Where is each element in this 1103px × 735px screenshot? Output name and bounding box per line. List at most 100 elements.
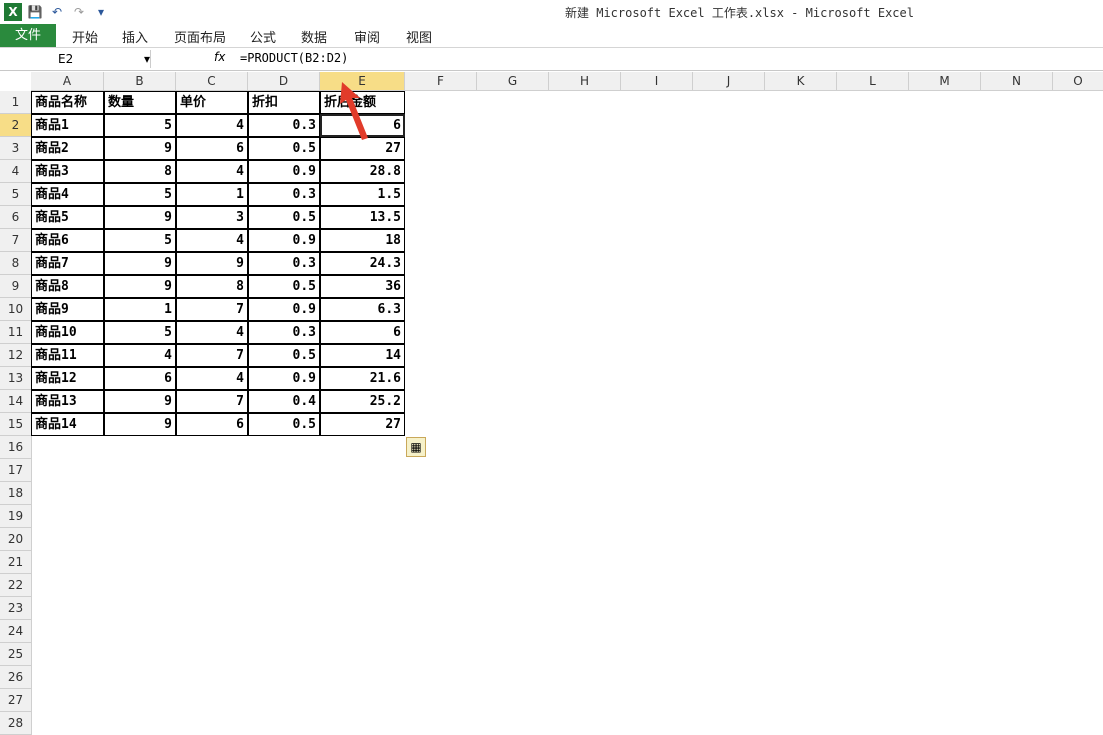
table-cell[interactable]: 商品1 <box>31 114 104 137</box>
table-cell[interactable]: 6 <box>104 367 176 390</box>
table-cell[interactable]: 商品4 <box>31 183 104 206</box>
table-cell[interactable]: 6.3 <box>320 298 405 321</box>
row-header[interactable]: 1 <box>0 91 32 114</box>
table-cell[interactable]: 6 <box>176 137 248 160</box>
table-cell[interactable]: 0.5 <box>248 275 320 298</box>
table-cell[interactable]: 商品9 <box>31 298 104 321</box>
table-cell[interactable]: 商品10 <box>31 321 104 344</box>
column-header-K[interactable]: K <box>765 72 837 91</box>
column-header-A[interactable]: A <box>31 72 104 91</box>
row-header[interactable]: 28 <box>0 712 32 735</box>
table-cell[interactable]: 0.5 <box>248 413 320 436</box>
table-cell[interactable]: 25.2 <box>320 390 405 413</box>
row-header[interactable]: 10 <box>0 298 32 321</box>
row-header[interactable]: 16 <box>0 436 32 459</box>
table-cell[interactable]: 商品14 <box>31 413 104 436</box>
table-cell[interactable]: 7 <box>176 390 248 413</box>
row-header[interactable]: 24 <box>0 620 32 643</box>
table-cell[interactable]: 5 <box>104 321 176 344</box>
table-cell[interactable]: 0.5 <box>248 344 320 367</box>
table-cell[interactable]: 0.9 <box>248 160 320 183</box>
table-cell[interactable]: 商品6 <box>31 229 104 252</box>
table-cell[interactable]: 9 <box>104 275 176 298</box>
row-header[interactable]: 7 <box>0 229 32 252</box>
table-cell[interactable]: 6 <box>176 413 248 436</box>
table-cell[interactable]: 27 <box>320 137 405 160</box>
table-cell[interactable]: 7 <box>176 298 248 321</box>
table-cell[interactable]: 0.5 <box>248 137 320 160</box>
column-header-O[interactable]: O <box>1053 72 1103 91</box>
table-cell[interactable]: 4 <box>176 367 248 390</box>
tab-home[interactable]: 开始 <box>72 27 98 46</box>
tab-formulas[interactable]: 公式 <box>250 27 276 46</box>
row-header[interactable]: 17 <box>0 459 32 482</box>
table-cell[interactable]: 4 <box>176 229 248 252</box>
table-cell[interactable]: 0.3 <box>248 183 320 206</box>
row-header[interactable]: 20 <box>0 528 32 551</box>
table-cell[interactable]: 13.5 <box>320 206 405 229</box>
column-header-C[interactable]: C <box>176 72 248 91</box>
column-header-J[interactable]: J <box>693 72 765 91</box>
row-header[interactable]: 26 <box>0 666 32 689</box>
row-header[interactable]: 22 <box>0 574 32 597</box>
table-cell[interactable]: 单价 <box>176 91 248 114</box>
row-header[interactable]: 11 <box>0 321 32 344</box>
table-cell[interactable]: 9 <box>104 413 176 436</box>
table-cell[interactable]: 27 <box>320 413 405 436</box>
insert-function-button[interactable]: fx <box>214 50 225 64</box>
table-cell[interactable]: 9 <box>176 252 248 275</box>
tab-view[interactable]: 视图 <box>406 27 432 46</box>
column-header-M[interactable]: M <box>909 72 981 91</box>
table-cell[interactable]: 0.5 <box>248 206 320 229</box>
table-cell[interactable]: 9 <box>104 137 176 160</box>
table-cell[interactable]: 商品13 <box>31 390 104 413</box>
tab-page-layout[interactable]: 页面布局 <box>174 27 226 46</box>
table-cell[interactable]: 商品8 <box>31 275 104 298</box>
table-cell[interactable]: 8 <box>104 160 176 183</box>
table-cell[interactable]: 18 <box>320 229 405 252</box>
table-cell[interactable]: 0.4 <box>248 390 320 413</box>
table-cell[interactable]: 24.3 <box>320 252 405 275</box>
row-header[interactable]: 5 <box>0 183 32 206</box>
table-cell[interactable]: 1 <box>104 298 176 321</box>
row-header[interactable]: 8 <box>0 252 32 275</box>
table-cell[interactable]: 0.3 <box>248 321 320 344</box>
table-cell[interactable]: 4 <box>176 321 248 344</box>
row-header[interactable]: 6 <box>0 206 32 229</box>
auto-fill-options-icon[interactable]: ▦ <box>406 437 426 457</box>
table-cell[interactable]: 0.9 <box>248 298 320 321</box>
row-header[interactable]: 27 <box>0 689 32 712</box>
column-header-I[interactable]: I <box>621 72 693 91</box>
row-header[interactable]: 2 <box>0 114 32 137</box>
table-cell[interactable]: 7 <box>176 344 248 367</box>
table-cell[interactable]: 数量 <box>104 91 176 114</box>
customize-icon[interactable]: ▾ <box>92 3 110 21</box>
column-header-D[interactable]: D <box>248 72 320 91</box>
column-header-F[interactable]: F <box>405 72 477 91</box>
undo-icon[interactable]: ↶ <box>48 3 66 21</box>
tab-data[interactable]: 数据 <box>301 27 327 46</box>
row-header[interactable]: 9 <box>0 275 32 298</box>
table-cell[interactable]: 3 <box>176 206 248 229</box>
table-cell[interactable]: 4 <box>176 160 248 183</box>
table-cell[interactable]: 商品3 <box>31 160 104 183</box>
table-cell[interactable]: 6 <box>320 321 405 344</box>
table-cell[interactable]: 5 <box>104 183 176 206</box>
table-cell[interactable]: 1 <box>176 183 248 206</box>
table-cell[interactable]: 4 <box>176 114 248 137</box>
name-box-dropdown-icon[interactable]: ▾ <box>144 50 150 68</box>
table-cell[interactable]: 8 <box>176 275 248 298</box>
row-header[interactable]: 13 <box>0 367 32 390</box>
table-cell[interactable]: 4 <box>104 344 176 367</box>
row-header[interactable]: 14 <box>0 390 32 413</box>
tab-file[interactable]: 文件 <box>0 24 56 47</box>
redo-icon[interactable]: ↷ <box>70 3 88 21</box>
table-cell[interactable]: 商品5 <box>31 206 104 229</box>
table-cell[interactable]: 0.3 <box>248 114 320 137</box>
column-header-H[interactable]: H <box>549 72 621 91</box>
tab-review[interactable]: 审阅 <box>354 27 380 46</box>
row-header[interactable]: 15 <box>0 413 32 436</box>
column-header-B[interactable]: B <box>104 72 176 91</box>
row-header[interactable]: 23 <box>0 597 32 620</box>
table-cell[interactable]: 36 <box>320 275 405 298</box>
